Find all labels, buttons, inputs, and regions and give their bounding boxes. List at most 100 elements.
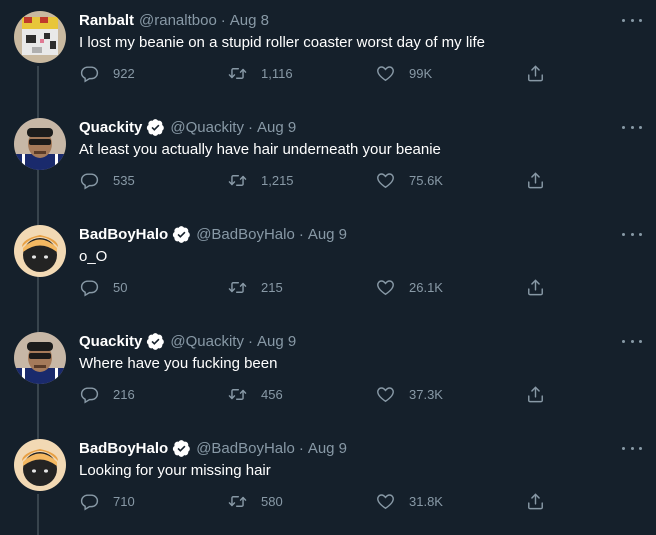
retweet-count: 580 [261, 493, 283, 509]
tweet-actions: 535 1,215 75.6K [0, 167, 656, 193]
tweet-date[interactable]: Aug 9 [308, 226, 347, 243]
heart-icon [377, 172, 394, 188]
more-options-icon[interactable] [622, 226, 642, 242]
share-icon [528, 172, 543, 188]
reply-count: 922 [113, 65, 135, 81]
tweet[interactable]: Quackity @Quackity · Aug 9 At least you … [0, 107, 656, 214]
thread-line [37, 494, 39, 535]
tweet[interactable]: BadBoyHalo @BadBoyHalo · Aug 9 Looking f… [0, 428, 656, 535]
like-button[interactable]: 75.6K [376, 167, 443, 193]
reply-button[interactable]: 50 [80, 274, 127, 300]
tweet-actions: 50 215 26.1K [0, 274, 656, 300]
tweet-text: Looking for your missing hair [79, 462, 271, 479]
reply-icon [80, 386, 99, 404]
tweet[interactable]: Quackity @Quackity · Aug 9 Where have yo… [0, 321, 656, 428]
verified-badge-icon [172, 439, 191, 458]
tweet-text: o_O [79, 248, 108, 265]
heart-icon [377, 65, 394, 81]
display-name[interactable]: BadBoyHalo [79, 226, 168, 243]
separator-dot: · [298, 225, 304, 243]
share-icon [528, 279, 543, 295]
verified-badge-icon [172, 225, 191, 244]
more-options-icon[interactable] [622, 333, 642, 349]
separator-dot: · [247, 332, 253, 350]
like-button[interactable]: 99K [376, 60, 432, 86]
reply-icon [80, 172, 99, 190]
thread-line [37, 428, 39, 439]
retweet-button[interactable]: 215 [228, 274, 283, 300]
share-icon [528, 493, 543, 509]
like-button[interactable]: 31.8K [376, 488, 443, 514]
share-button[interactable] [526, 60, 545, 86]
display-name[interactable]: Quackity [79, 119, 142, 136]
share-icon [528, 386, 543, 402]
retweet-button[interactable]: 1,116 [228, 60, 293, 86]
share-button[interactable] [526, 488, 545, 514]
handle[interactable]: @BadBoyHalo [196, 226, 295, 243]
separator-dot: · [220, 11, 226, 29]
retweet-icon [228, 67, 247, 79]
reply-icon [80, 493, 99, 511]
reply-count: 50 [113, 279, 128, 295]
reply-button[interactable]: 710 [80, 488, 135, 514]
retweet-button[interactable]: 456 [228, 381, 283, 407]
like-count: 75.6K [409, 172, 443, 188]
tweet-date[interactable]: Aug 9 [257, 333, 296, 350]
heart-icon [377, 279, 394, 295]
separator-dot: · [298, 439, 304, 457]
handle[interactable]: @Quackity [170, 333, 244, 350]
like-button[interactable]: 37.3K [376, 381, 443, 407]
reply-count: 710 [113, 493, 135, 509]
like-count: 26.1K [409, 279, 443, 295]
retweet-button[interactable]: 580 [228, 488, 283, 514]
tweet-header: BadBoyHalo @BadBoyHalo · Aug 9 [79, 223, 347, 245]
reply-count: 216 [113, 386, 135, 402]
tweet-header: Quackity @Quackity · Aug 9 [79, 330, 296, 352]
like-count: 37.3K [409, 386, 443, 402]
tweet-actions: 922 1,116 99K [0, 60, 656, 86]
tweet-text: At least you actually have hair undernea… [79, 141, 441, 158]
handle[interactable]: @ranaltboo [139, 12, 217, 29]
heart-icon [377, 493, 394, 509]
verified-badge-icon [146, 118, 165, 137]
retweet-icon [228, 495, 247, 507]
more-options-icon[interactable] [622, 12, 642, 28]
tweet-actions: 710 580 31.8K [0, 488, 656, 514]
retweet-count: 1,215 [261, 172, 294, 188]
reply-button[interactable]: 535 [80, 167, 135, 193]
more-options-icon[interactable] [622, 440, 642, 456]
tweet-date[interactable]: Aug 8 [230, 12, 269, 29]
retweet-icon [228, 388, 247, 400]
handle[interactable]: @BadBoyHalo [196, 440, 295, 457]
reply-button[interactable]: 922 [80, 60, 135, 86]
avatar[interactable] [14, 118, 66, 170]
tweet-actions: 216 456 37.3K [0, 381, 656, 407]
share-button[interactable] [526, 381, 545, 407]
share-button[interactable] [526, 274, 545, 300]
more-options-icon[interactable] [622, 119, 642, 135]
tweet[interactable]: BadBoyHalo @BadBoyHalo · Aug 9 o_O 50 21… [0, 214, 656, 321]
tweet-header: Ranbalt @ranaltboo · Aug 8 [79, 9, 269, 31]
retweet-icon [228, 281, 247, 293]
avatar[interactable] [14, 11, 66, 63]
avatar[interactable] [14, 225, 66, 277]
display-name[interactable]: BadBoyHalo [79, 440, 168, 457]
display-name[interactable]: Ranbalt [79, 12, 134, 29]
heart-icon [377, 386, 394, 402]
retweet-button[interactable]: 1,215 [228, 167, 294, 193]
tweet-header: Quackity @Quackity · Aug 9 [79, 116, 296, 138]
like-button[interactable]: 26.1K [376, 274, 443, 300]
like-count: 31.8K [409, 493, 443, 509]
avatar[interactable] [14, 439, 66, 491]
reply-button[interactable]: 216 [80, 381, 135, 407]
share-button[interactable] [526, 167, 545, 193]
reply-icon [80, 65, 99, 83]
avatar[interactable] [14, 332, 66, 384]
tweet-date[interactable]: Aug 9 [257, 119, 296, 136]
display-name[interactable]: Quackity [79, 333, 142, 350]
handle[interactable]: @Quackity [170, 119, 244, 136]
tweet-text: Where have you fucking been [79, 355, 278, 372]
tweet-text: I lost my beanie on a stupid roller coas… [79, 34, 486, 51]
tweet-date[interactable]: Aug 9 [308, 440, 347, 457]
tweet[interactable]: Ranbalt @ranaltboo · Aug 8 I lost my bea… [0, 0, 656, 107]
